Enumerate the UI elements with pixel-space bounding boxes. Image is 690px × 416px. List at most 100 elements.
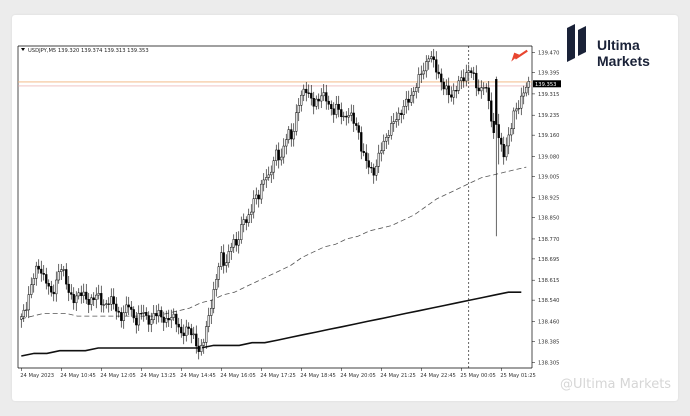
candle-body (430, 56, 433, 60)
candle-body (347, 115, 350, 118)
candle-body (510, 128, 513, 136)
candle-body (447, 85, 450, 96)
logo-mark-right-icon (578, 26, 586, 56)
candle-body (42, 273, 45, 275)
candle-body (500, 137, 503, 145)
candle-body (25, 309, 28, 311)
x-tick-label: 24 May 16:05 (220, 373, 256, 379)
candle-body (245, 219, 248, 223)
candle-body (210, 308, 213, 316)
candle-body (32, 278, 35, 286)
candle-body (182, 332, 185, 336)
candle-body (240, 224, 243, 240)
candle-body (525, 86, 528, 94)
candle-body (405, 98, 408, 107)
candle-body (52, 291, 55, 295)
candle-body (202, 342, 205, 346)
candle-body (127, 304, 130, 308)
candle-body (155, 313, 158, 317)
y-tick-label: 138.925 (538, 196, 559, 202)
candle-body (262, 179, 265, 185)
candle-body (382, 140, 385, 151)
candle-body (140, 313, 143, 315)
candle-body (325, 92, 328, 102)
y-axis: 139.470 139.395 139.315 139.235 139.160 139.0… (532, 51, 559, 367)
candle-body (332, 108, 335, 115)
candle-body (27, 294, 30, 311)
candle-body (187, 326, 190, 329)
candle-body (400, 112, 403, 116)
candle-body (300, 94, 303, 106)
candle-body (225, 262, 228, 266)
candle-body (242, 219, 245, 225)
candle-body (82, 291, 85, 297)
candle-body (257, 194, 260, 200)
candle-body (95, 294, 98, 301)
candle-body (445, 85, 448, 90)
candle-body (375, 166, 378, 176)
y-tick-label: 139.470 (538, 51, 559, 57)
candle-body (255, 194, 258, 199)
candle-body (390, 123, 393, 136)
logo-text-line2: Markets (597, 53, 650, 69)
candle-body (487, 87, 490, 102)
x-tick-label: 24 May 13:25 (140, 373, 176, 379)
candle-body (157, 310, 160, 317)
y-tick-label: 138.385 (538, 339, 559, 345)
candle-body (460, 77, 463, 82)
candle-body (307, 92, 310, 94)
candle-body (412, 91, 415, 96)
candle-body (37, 265, 40, 270)
candle-body (497, 124, 500, 139)
y-tick-label: 139.235 (538, 113, 559, 119)
candle-body (362, 151, 365, 154)
candle-body (452, 90, 455, 98)
candle-body (512, 110, 515, 130)
candle-body (45, 274, 48, 284)
horizontal-lines (18, 46, 532, 368)
candle-body (477, 87, 480, 92)
candle-body (92, 297, 95, 301)
candle-body (112, 296, 115, 305)
logo-mark-left-icon (567, 24, 575, 62)
watermark-text: @Ultima Markets (560, 377, 671, 392)
candle-body (517, 107, 520, 110)
candle-body (432, 56, 435, 60)
candle-body (65, 269, 68, 285)
candle-body (305, 88, 308, 94)
candle-body (247, 214, 250, 223)
candle-body (180, 326, 183, 334)
candle-body (395, 119, 398, 122)
y-tick-label: 139.005 (538, 174, 559, 180)
candle-body (77, 292, 80, 297)
symbol-header: USDJPY,M5 139.320 139.374 139.313 139.35… (28, 48, 149, 54)
candle-body (475, 72, 478, 89)
candle-body (465, 72, 468, 82)
candle-body (275, 149, 278, 161)
candle-body (197, 345, 200, 352)
candle-body (472, 72, 475, 74)
candle-body (457, 80, 460, 91)
candle-body (215, 279, 218, 290)
x-tick-label: 24 May 20:05 (340, 373, 376, 379)
candle-body (152, 313, 155, 320)
candle-body (420, 73, 423, 76)
candle-body (322, 92, 325, 97)
candle-body (132, 309, 135, 319)
candle-body (175, 313, 178, 325)
candle-body (282, 145, 285, 158)
candle-body (35, 265, 38, 279)
y-tick-label: 139.395 (538, 71, 559, 77)
candle-body (102, 304, 105, 306)
candle-body (267, 174, 270, 178)
candle-body (380, 150, 383, 154)
candle-body (125, 304, 128, 314)
candle-body (190, 328, 193, 336)
candle-body (327, 100, 330, 105)
candle-body (200, 345, 203, 352)
candle-body (217, 266, 220, 280)
candle-body (162, 316, 165, 323)
candle-body (415, 87, 418, 92)
symbol-dropdown-icon[interactable] (21, 48, 25, 51)
candle-body (507, 134, 510, 147)
